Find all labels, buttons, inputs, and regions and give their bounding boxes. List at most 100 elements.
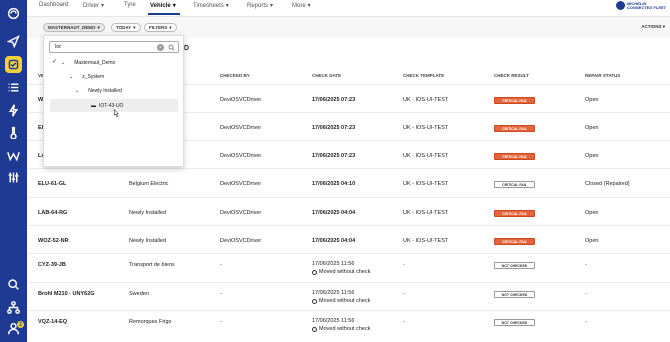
vehicle-cell[interactable]: ELU-61-GL bbox=[38, 181, 66, 187]
repair-status-cell: - bbox=[585, 262, 587, 268]
check-date-cell: 17/06/2025 04:10 bbox=[312, 181, 356, 187]
table-row[interactable]: VQZ-14-EQ Remorques Frigo - 17/06/2025 1… bbox=[27, 310, 670, 338]
clock-icon bbox=[312, 326, 317, 332]
template-cell: UK - IOS-UI-TEST bbox=[403, 125, 449, 131]
repair-status-cell: Open bbox=[585, 97, 599, 103]
vehicle-cell[interactable]: VQZ-14-EQ bbox=[38, 319, 67, 325]
search-icon[interactable] bbox=[168, 44, 175, 51]
clock-icon bbox=[312, 269, 317, 275]
search-icon[interactable] bbox=[5, 276, 22, 293]
group-cell: Transport de biens bbox=[129, 262, 175, 268]
nav-tyre[interactable]: Tyre bbox=[124, 2, 136, 8]
repair-status-cell: Open bbox=[585, 238, 599, 244]
chevron-down-icon: ▾ bbox=[307, 3, 311, 9]
vehicle-icon: ▬ bbox=[91, 103, 96, 109]
group-filter-chip[interactable]: MASTERNAUT_DEMO ▾ bbox=[43, 23, 105, 32]
table-row[interactable]: Brohl M210 - UNY62G Sweden - 17/06/2025 … bbox=[27, 282, 670, 310]
checked-by-cell: DeviOSVCDriver bbox=[220, 97, 262, 103]
tree-item-masternaut-demo[interactable]: ⌄ Masternaut_Demo bbox=[61, 57, 115, 69]
status-badge: CRITICAL FAIL bbox=[494, 125, 535, 132]
sliders-icon[interactable] bbox=[5, 169, 22, 186]
page-title-peek: D bbox=[184, 45, 190, 52]
thermometer-icon[interactable] bbox=[5, 124, 22, 141]
vehicle-cell[interactable]: LAB-64-RG bbox=[38, 210, 67, 216]
status-badge: CRITICAL FAIL bbox=[494, 97, 535, 104]
nav-reports[interactable]: Reports ▾ bbox=[247, 2, 273, 10]
checked-by-cell: DeviOSVCDriver bbox=[220, 181, 262, 187]
template-cell: - bbox=[403, 319, 405, 325]
hierarchy-icon[interactable] bbox=[5, 299, 22, 316]
moved-without-check: Moved without check bbox=[312, 269, 370, 275]
group-cell: Belgium Electric bbox=[129, 181, 169, 187]
chevron-down-icon[interactable]: ⌄ bbox=[69, 74, 73, 80]
chevron-down-icon: ▾ bbox=[101, 3, 105, 9]
mouse-cursor-icon bbox=[113, 105, 119, 117]
check-date-cell: 17/06/2025 07:23 bbox=[312, 125, 356, 131]
repair-status-cell: Open bbox=[585, 125, 599, 131]
chevron-down-icon: ▾ bbox=[225, 3, 229, 9]
check-date-cell: 17/06/2025 11:56 bbox=[312, 318, 355, 324]
table-row[interactable]: CYZ-39-JB Transport de biens - 17/06/202… bbox=[27, 253, 670, 281]
check-date-cell: 17/06/2025 04:04 bbox=[312, 210, 356, 216]
chevron-down-icon: ▾ bbox=[169, 24, 172, 30]
chevron-down-icon[interactable]: ⌄ bbox=[61, 60, 65, 66]
nav-timesheets[interactable]: Timesheets ▾ bbox=[193, 2, 229, 10]
group-cell: Newly Installed bbox=[129, 238, 166, 244]
checked-by-cell: - bbox=[220, 262, 222, 268]
logo-swirl-icon[interactable] bbox=[5, 5, 22, 22]
status-badge: CRITICAL FAIL bbox=[494, 210, 535, 217]
top-nav: Dashboard Driver ▾ Tyre Vehicle ▾ Timeshee… bbox=[27, 0, 670, 15]
checked-by-cell: - bbox=[220, 291, 222, 297]
navigate-icon[interactable] bbox=[5, 33, 22, 50]
group-cell: Remorques Frigo bbox=[129, 319, 172, 325]
active-tab-indicator bbox=[148, 13, 180, 15]
template-cell: - bbox=[403, 291, 405, 297]
table-row[interactable]: WOZ-52-NR Newly Installed DeviOSVCDriver… bbox=[27, 225, 670, 253]
lightning-icon[interactable] bbox=[5, 102, 22, 119]
col-header-check-date[interactable]: CHECK DATE bbox=[312, 73, 341, 78]
check-date-cell: 17/06/2025 04:04 bbox=[312, 238, 356, 244]
period-filter-chip[interactable]: TODAY ▾ bbox=[111, 23, 141, 32]
template-cell: UK - IOS-UI-TEST bbox=[403, 97, 449, 103]
nav-driver[interactable]: Driver ▾ bbox=[83, 2, 105, 10]
w-icon[interactable] bbox=[5, 147, 22, 164]
template-cell: UK - IOS-UI-TEST bbox=[403, 181, 449, 187]
nav-more[interactable]: More ▾ bbox=[292, 2, 311, 10]
chevron-down-icon: ▾ bbox=[133, 24, 136, 30]
col-header-repair-status[interactable]: REPAIR STATUS bbox=[585, 73, 620, 78]
nav-vehicle[interactable]: Vehicle ▾ bbox=[150, 2, 176, 10]
list-icon[interactable] bbox=[5, 79, 22, 96]
vehicle-cell[interactable]: Brohl M210 - UNY62G bbox=[38, 291, 95, 297]
tree-search-input[interactable]: lot × bbox=[49, 41, 179, 53]
michelin-logo-icon bbox=[615, 1, 625, 10]
vehicle-check-icon[interactable] bbox=[5, 56, 22, 73]
chevron-down-icon: ▾ bbox=[662, 24, 665, 29]
template-cell: UK - IOS-UI-TEST bbox=[403, 153, 449, 159]
tree-item-newly-installed[interactable]: ⌄ Newly Installed bbox=[75, 85, 122, 97]
actions-button[interactable]: ACTIONS ▾ bbox=[641, 24, 665, 30]
notification-badge: 2 bbox=[17, 321, 24, 328]
check-date-cell: 17/06/2025 11:56 bbox=[312, 261, 355, 267]
col-header-check-result[interactable]: CHECK RESULT bbox=[494, 73, 529, 78]
table-row[interactable]: ELU-61-GL Belgium Electric DeviOSVCDrive… bbox=[27, 168, 670, 196]
template-cell: UK - IOS-UI-TEST bbox=[403, 210, 449, 216]
template-cell: UK - IOS-UI-TEST bbox=[403, 238, 449, 244]
nav-dashboard[interactable]: Dashboard bbox=[39, 2, 68, 8]
repair-status-cell: - bbox=[585, 319, 587, 325]
clear-icon[interactable]: × bbox=[157, 44, 164, 51]
repair-status-cell: Open bbox=[585, 210, 599, 216]
vehicle-cell[interactable]: WOZ-52-NR bbox=[38, 238, 69, 244]
repair-status-cell: - bbox=[585, 291, 587, 297]
check-date-cell: 17/06/2025 11:56 bbox=[312, 290, 355, 296]
chevron-down-icon[interactable]: ⌄ bbox=[75, 88, 79, 94]
michelin-logo: MICHELIN CONNECTED FLEET bbox=[615, 1, 666, 10]
tree-item-z-system[interactable]: ⌄ z_System bbox=[69, 71, 104, 83]
filters-button[interactable]: FILTERS ▾ bbox=[144, 23, 177, 32]
clock-icon bbox=[312, 298, 317, 304]
col-header-check-template[interactable]: CHECK TEMPLATE bbox=[403, 73, 444, 78]
moved-without-check: Moved without check bbox=[312, 326, 370, 332]
col-header-checked-by[interactable]: CHECKED BY bbox=[220, 73, 250, 78]
vehicle-cell[interactable]: CYZ-39-JB bbox=[38, 262, 66, 268]
status-badge: CRITICAL FAIL bbox=[494, 153, 535, 160]
table-row[interactable]: LAB-64-RG Newly Installed DeviOSVCDriver… bbox=[27, 197, 670, 225]
